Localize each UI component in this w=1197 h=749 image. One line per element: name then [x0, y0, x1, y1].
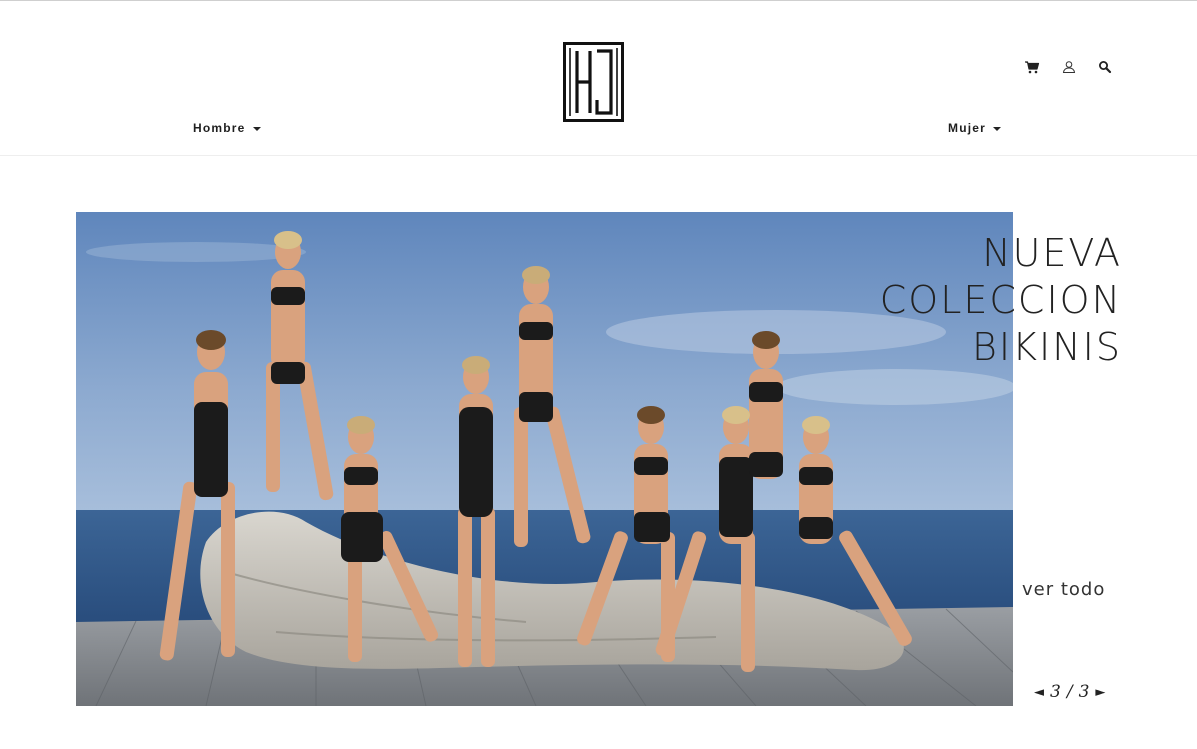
hero-headline-line: BIKINIS	[972, 325, 1122, 369]
search-icon[interactable]	[1097, 59, 1113, 75]
prev-arrow-icon[interactable]: ◄	[1034, 685, 1044, 700]
slider-pager: ◄ 3/3 ►	[1034, 682, 1105, 702]
pager-total: 3	[1078, 682, 1090, 702]
hero-photo	[76, 212, 1013, 706]
hero-headline: NUEVA COLECCION BIKINIS	[880, 230, 1122, 371]
brand-logo[interactable]	[563, 42, 624, 122]
chevron-down-icon	[252, 126, 261, 131]
nav-mujer[interactable]: Mujer	[948, 121, 1002, 135]
cart-icon[interactable]	[1024, 59, 1040, 75]
site-header: Hombre Mujer	[0, 1, 1197, 156]
nav-hombre[interactable]: Hombre	[193, 121, 261, 135]
chevron-down-icon	[993, 126, 1002, 131]
pager-separator: /	[1066, 682, 1073, 702]
next-arrow-icon[interactable]: ►	[1095, 685, 1105, 700]
ver-todo-link[interactable]: ver todo	[1022, 579, 1105, 600]
hero-headline-line: COLECCION	[879, 278, 1122, 322]
nav-hombre-label: Hombre	[193, 121, 246, 135]
hero-slide-image[interactable]	[76, 212, 1013, 706]
nav-mujer-label: Mujer	[948, 121, 987, 135]
user-icon[interactable]	[1061, 59, 1077, 75]
hero-headline-line: NUEVA	[982, 231, 1122, 275]
pager-current: 3	[1050, 682, 1061, 702]
